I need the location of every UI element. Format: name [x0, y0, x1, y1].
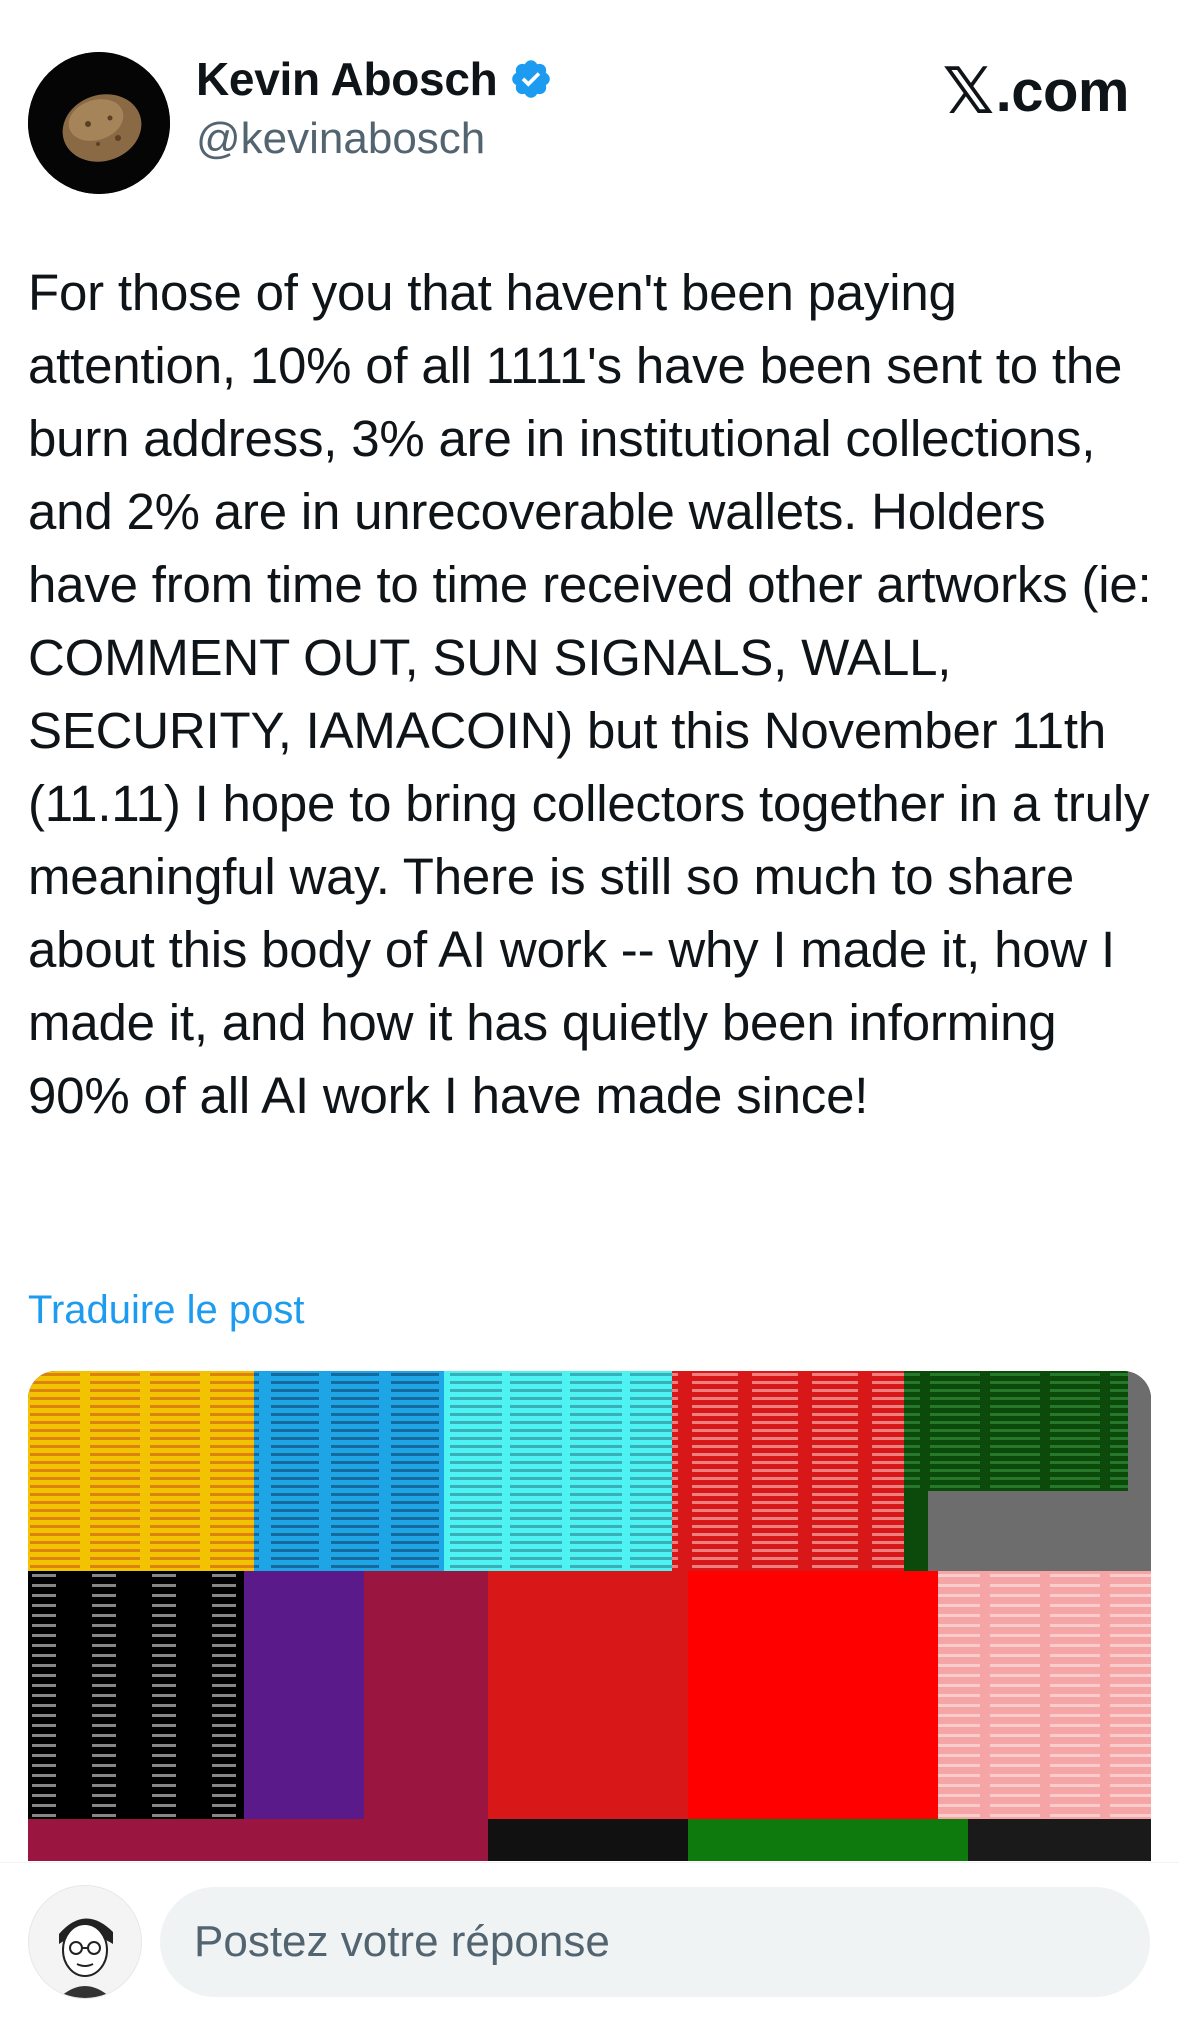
artwork-block-gray-2: [928, 1491, 1151, 1571]
user-avatar[interactable]: [28, 1885, 142, 1999]
post-media-image[interactable]: [28, 1371, 1151, 1861]
reply-input[interactable]: Postez votre réponse: [160, 1887, 1150, 1997]
author-name[interactable]: Kevin Abosch: [196, 52, 498, 106]
author-avatar[interactable]: [28, 52, 170, 194]
verified-badge-icon: [512, 60, 551, 98]
post-text: For those of you that haven't been payin…: [28, 264, 1166, 1124]
artwork-block-green: [904, 1371, 1128, 1491]
artwork-block-red-2: [488, 1571, 688, 1841]
post-header: Kevin Abosch @kevinabosch 𝕏 .com: [0, 0, 1179, 200]
artwork-block-red: [672, 1371, 904, 1571]
reply-bar: Postez votre réponse: [0, 1862, 1179, 2017]
artwork-block-purple: [244, 1571, 364, 1841]
artwork-strip-magenta: [28, 1819, 488, 1861]
artwork-block-bright-red: [688, 1571, 938, 1841]
author-name-row: Kevin Abosch: [196, 52, 553, 106]
x-logo-text: .com: [995, 59, 1130, 124]
artwork-block-cyan: [444, 1371, 672, 1571]
artwork-block-pink: [938, 1571, 1151, 1841]
reply-placeholder: Postez votre réponse: [194, 1917, 610, 1966]
artwork-strip-black: [488, 1819, 688, 1861]
artwork-block-magenta: [364, 1571, 488, 1841]
x-logo[interactable]: 𝕏 .com: [942, 54, 1130, 129]
artwork-block-green-2: [904, 1491, 928, 1571]
x-logo-icon: 𝕏: [942, 55, 995, 127]
author-handle[interactable]: @kevinabosch: [196, 114, 485, 164]
colored-hex-grid-artwork: [28, 1371, 1151, 1861]
artwork-block-blue: [254, 1371, 444, 1571]
artwork-block-yellow: [28, 1371, 254, 1571]
translate-post-link[interactable]: Traduire le post: [28, 1288, 304, 1333]
artwork-strip-green: [688, 1819, 968, 1861]
artwork-strip-dark: [968, 1819, 1151, 1861]
